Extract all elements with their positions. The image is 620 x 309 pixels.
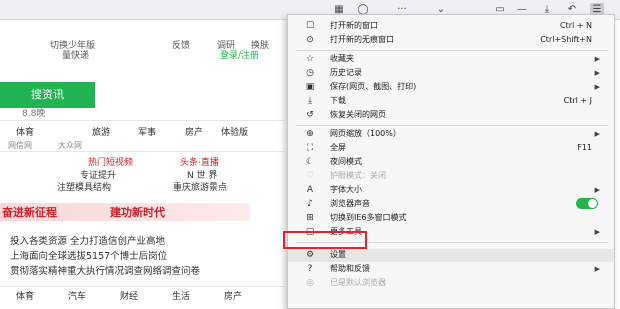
nav-item-military[interactable]: 军事	[138, 125, 156, 138]
menu-item-label: 字体大小	[330, 185, 362, 194]
menu-item-label: 切换到IE6多窗口模式	[330, 213, 407, 222]
bottom-nav-house[interactable]: 房产	[224, 289, 242, 302]
ie-mode-icon: ⊞	[306, 213, 314, 223]
sound-icon: ♪	[307, 199, 313, 209]
star-icon: ☆	[305, 54, 315, 64]
menu-item-label: 帮助和反馈	[330, 264, 370, 273]
font-size-icon: A	[306, 185, 314, 195]
menu-item-label: 恢复关闭的网页	[330, 110, 386, 119]
banner[interactable]: 奋进新征程 建功新时代	[0, 203, 250, 221]
menu-item-shortcut: Ctrl + N	[559, 21, 592, 30]
menu-item-label: 护眼模式：关闭	[330, 171, 386, 180]
moon-icon: ☾	[305, 157, 315, 167]
menu-item-default-browser: ◎ 已是默认浏览器	[288, 277, 614, 290]
menu-item-label: 夜间模式	[330, 157, 362, 166]
bottom-nav-auto[interactable]: 汽车	[68, 289, 86, 302]
menu-item-label: 浏览器声音	[330, 199, 370, 208]
menu-item-shortcut: F11	[577, 143, 592, 152]
download-icon: ⤓	[308, 96, 312, 106]
news-headline-2[interactable]: 上海面向全球选拔5157个博士后岗位	[10, 248, 167, 262]
chevron-right-icon: ▶	[594, 265, 600, 273]
menu-item-eye-care[interactable]: ♡ 护眼模式：关闭	[288, 170, 614, 183]
row3-link-1[interactable]: 注塑模具结构	[57, 180, 111, 193]
menu-item-font-size[interactable]: A 字体大小 ▶	[288, 184, 614, 197]
menu-item-label: 保存(网页、截图、打印)	[330, 82, 417, 91]
menu-item-browser-sound[interactable]: ♪ 浏览器声音	[288, 198, 614, 211]
help-icon: ?	[307, 264, 313, 274]
eye-care-icon: ♡	[305, 171, 315, 181]
menu-item-label: 网页缩放（100%）	[330, 129, 401, 138]
menu-item-download[interactable]: ⤓ 下载 Ctrl + J	[288, 95, 614, 108]
default-browser-icon: ◎	[306, 278, 314, 288]
chevron-right-icon: ▶	[594, 228, 600, 236]
chevron-right-icon: ▶	[594, 83, 600, 91]
chevron-right-icon: ▶	[594, 69, 600, 77]
news-headline-1[interactable]: 投入各类资源 全力打造信创产业高地	[10, 233, 165, 247]
menu-item-shortcut: Ctrl+Shift+N	[540, 35, 592, 44]
bottom-nav-sports[interactable]: 体育	[16, 289, 34, 302]
portal-fast-link[interactable]: 量快递	[62, 48, 89, 61]
browser-main-menu: ☐ 打开新的窗口 Ctrl + N ⊙ 打开新的无痕窗口 Ctrl+Shift+…	[287, 14, 615, 309]
nav-sub-1[interactable]: 网信网	[8, 140, 32, 151]
banner-text-1: 奋进新征程	[2, 206, 57, 219]
zoom-icon: ⊕	[306, 129, 314, 139]
menu-item-label: 全屏	[330, 143, 346, 152]
restore-icon: ↺	[306, 110, 314, 120]
nav-item-trial[interactable]: 体验版	[221, 125, 248, 138]
hot-video-link[interactable]: 热门短视频	[88, 155, 133, 168]
login-link[interactable]: 登录/注册	[220, 48, 259, 61]
menu-item-night-mode[interactable]: ☾ 夜间模式	[288, 156, 614, 169]
menu-item-label: 收藏夹	[330, 54, 354, 63]
menu-item-ie6-mode[interactable]: ⊞ 切换到IE6多窗口模式	[288, 212, 614, 225]
menu-item-new-window[interactable]: ☐ 打开新的窗口 Ctrl + N	[288, 20, 614, 33]
menu-item-history[interactable]: ◷ 历史记录 ▶	[288, 67, 614, 80]
history-icon: ◷	[306, 68, 314, 78]
feedback-link[interactable]: 反馈	[172, 38, 190, 51]
nav-sub-2[interactable]: 大众网	[58, 140, 82, 151]
menu-item-save[interactable]: ▣ 保存(网页、截图、打印) ▶	[288, 81, 614, 94]
menu-item-zoom[interactable]: ⊕ 网页缩放（100%） ▶	[288, 128, 614, 141]
fullscreen-icon: ⛶	[306, 143, 314, 153]
settings-highlight-box	[283, 231, 367, 249]
menu-item-help-feedback[interactable]: ? 帮助和反馈 ▶	[288, 263, 614, 276]
chevron-right-icon: ▶	[594, 186, 600, 194]
nav-item-travel[interactable]: 旅游	[92, 125, 110, 138]
menu-item-favorites[interactable]: ☆ 收藏夹 ▶	[288, 53, 614, 66]
incognito-icon: ⊙	[306, 35, 314, 45]
bottom-nav-finance[interactable]: 财经	[120, 289, 138, 302]
menu-item-new-incognito-window[interactable]: ⊙ 打开新的无痕窗口 Ctrl+Shift+N	[288, 34, 614, 47]
new-window-icon: ☐	[305, 21, 315, 31]
menu-item-shortcut: Ctrl + J	[563, 96, 592, 105]
row3-link-2[interactable]: 重庆旅游景点	[173, 180, 227, 193]
menu-item-label: 已是默认浏览器	[330, 278, 386, 287]
menu-item-label: 历史记录	[330, 68, 362, 77]
chevron-right-icon: ▶	[594, 130, 600, 138]
nav-item-sports[interactable]: 体育	[16, 125, 34, 138]
menu-item-label: 设置	[330, 250, 346, 259]
search-button[interactable]: 搜资讯	[0, 82, 95, 108]
gear-icon: ⚙	[305, 250, 315, 260]
menu-item-fullscreen[interactable]: ⛶ 全屏 F11	[288, 142, 614, 155]
banner-text-2: 建功新时代	[110, 206, 165, 219]
menu-item-settings[interactable]: ⚙ 设置	[288, 249, 614, 262]
menu-item-label: 打开新的窗口	[330, 21, 378, 30]
news-headline-3[interactable]: 贯彻落实精神重大执行情况调查网络调查问卷	[10, 263, 200, 277]
menu-item-label: 打开新的无痕窗口	[330, 35, 394, 44]
headline-live-link[interactable]: 头条·直播	[180, 155, 219, 168]
chevron-right-icon: ▶	[594, 55, 600, 63]
save-icon: ▣	[305, 82, 315, 92]
menu-item-label: 下载	[330, 96, 346, 105]
bottom-nav-life[interactable]: 生活	[172, 289, 190, 302]
weather-text: 8.8晚	[22, 109, 46, 119]
nav-item-house[interactable]: 房产	[185, 125, 203, 138]
menu-item-restore-closed[interactable]: ↺ 恢复关闭的网页	[288, 109, 614, 122]
sound-toggle[interactable]	[576, 198, 598, 209]
